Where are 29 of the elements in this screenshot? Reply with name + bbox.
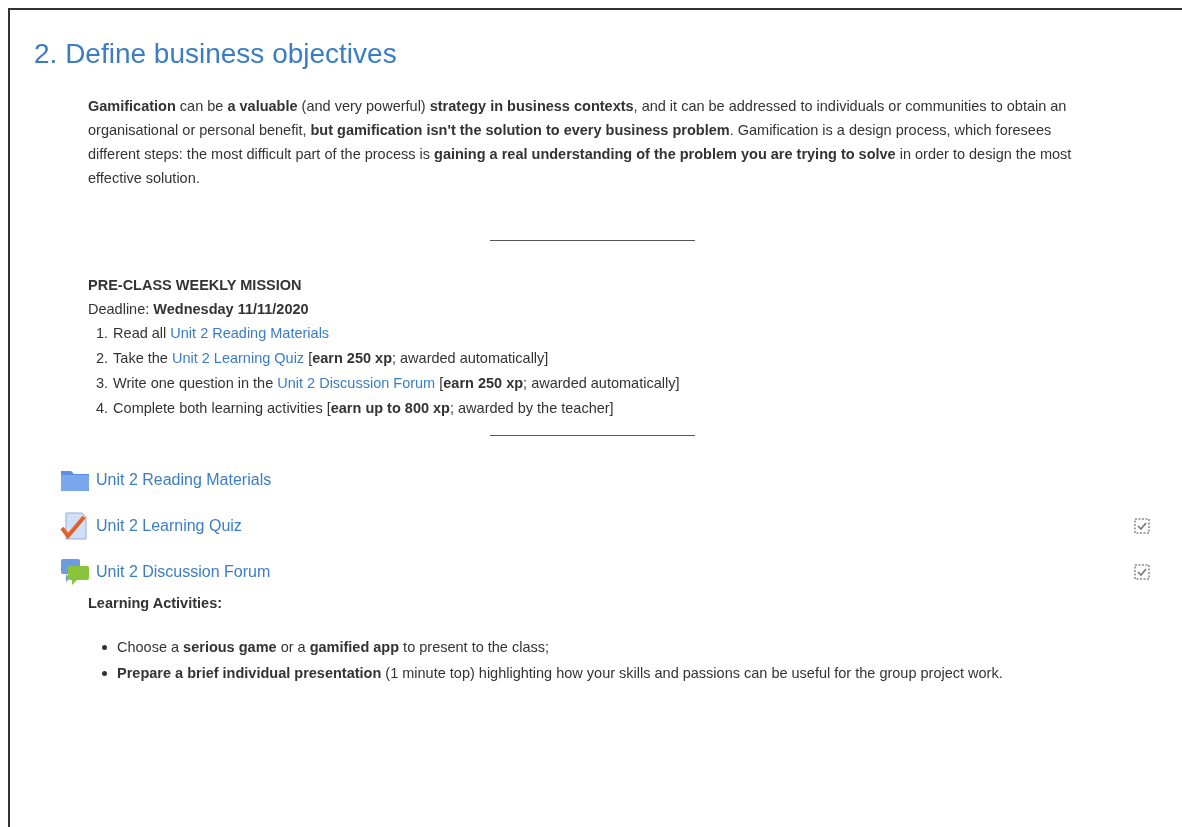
- step-number: 3.: [96, 374, 109, 393]
- step-text: Take the: [113, 350, 169, 366]
- step-number: 2.: [96, 349, 109, 368]
- activity-link[interactable]: Unit 2 Learning Quiz: [96, 517, 242, 535]
- activity-link[interactable]: Unit 2 Discussion Forum: [96, 563, 271, 581]
- activity-text: Choose a serious game or a gamified app to present to the class;: [117, 638, 549, 657]
- activity-link[interactable]: Unit 2 Learning Quiz: [171, 350, 305, 366]
- activity-link[interactable]: Unit 2 Reading Materials: [96, 471, 272, 489]
- activity-text: Prepare a brief individual presentation (1 minute top) highlighting how your skills and passions can be useful for the group project work.: [117, 664, 1003, 683]
- completion-checkbox[interactable]: [1134, 564, 1150, 580]
- bullet-icon: [102, 645, 107, 650]
- section-title: 2. Define business objectives: [34, 38, 397, 70]
- activity-link[interactable]: Unit 2 Reading Materials: [170, 325, 330, 341]
- step-text: Read all: [113, 325, 168, 341]
- deadline-text: Deadline: Wednesday 11/11/2020: [88, 301, 309, 317]
- mission-heading: PRE-CLASS WEEKLY MISSION: [88, 276, 302, 295]
- bullet-icon: [102, 671, 107, 676]
- step-text: Complete both learning activities [earn up to 800 xp; awarded by the teacher]: [113, 400, 614, 416]
- step-text: [earn 250 xp; awarded automatically]: [307, 350, 549, 366]
- completion-checkbox[interactable]: [1134, 518, 1150, 534]
- step-number: 4.: [96, 399, 109, 418]
- step-text: [earn 250 xp; awarded automatically]: [438, 375, 680, 391]
- step-text: Write one question in the: [113, 375, 275, 391]
- checked-document-icon: [60, 511, 90, 541]
- intro-paragraph: Gamification can be a valuable (and very powerful) strategy in business contexts, and it can be addressed to individuals or communities to obtain an organisational or personal benefit, but gamification isn't the solution to every business problem. Gamification is a design process, which foresees different steps: the most difficult part of the process is gaining a real understanding of the problem you are trying to solve in order to design the most effective solution.: [88, 97, 1072, 188]
- step-number: 1.: [96, 324, 109, 343]
- activity-link[interactable]: Unit 2 Discussion Forum: [277, 375, 436, 391]
- learning-activities-heading: Learning Activities:: [88, 594, 223, 613]
- speech-bubbles-icon: [60, 558, 90, 586]
